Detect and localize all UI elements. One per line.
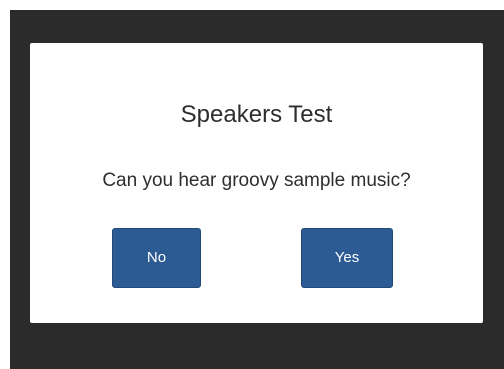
dialog-title: Speakers Test bbox=[180, 101, 333, 128]
no-button[interactable]: No bbox=[112, 228, 201, 288]
yes-button[interactable]: Yes bbox=[301, 228, 393, 288]
speakers-test-dialog: Speakers Test Can you hear groovy sample… bbox=[30, 43, 483, 323]
app-backdrop: Speakers Test Can you hear groovy sample… bbox=[10, 10, 504, 369]
dialog-message: Can you hear groovy sample music? bbox=[102, 170, 411, 191]
